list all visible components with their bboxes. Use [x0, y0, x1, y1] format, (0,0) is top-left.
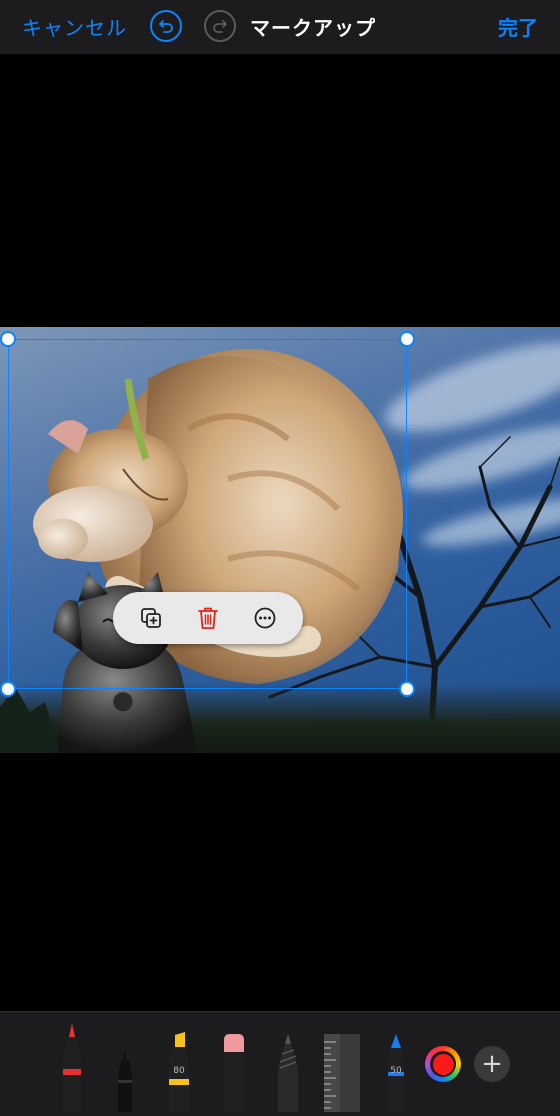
color-picker-ring [430, 1051, 456, 1077]
resize-handle-bottom-right[interactable] [399, 681, 415, 697]
undo-button[interactable] [150, 10, 182, 42]
pen-icon [63, 1023, 81, 1112]
duplicate-button[interactable] [134, 601, 168, 635]
eraser-tool[interactable] [220, 1030, 248, 1116]
undo-icon [159, 20, 173, 33]
more-button[interactable] [248, 601, 282, 635]
ruler-icon [324, 1034, 360, 1112]
pencil-tool[interactable] [274, 1030, 302, 1116]
redo-icon [213, 20, 227, 33]
resize-handle-top-left[interactable] [0, 331, 16, 347]
ruler-tool[interactable] [322, 1032, 362, 1116]
resize-handle-top-right[interactable] [399, 331, 415, 347]
color-picker-button[interactable] [425, 1046, 461, 1082]
fineliner-tool[interactable] [113, 1032, 137, 1116]
top-bar: キャンセル マークアップ 完了 [0, 0, 560, 54]
eraser-icon [224, 1034, 244, 1112]
resize-handle-bottom-left[interactable] [0, 681, 16, 697]
more-icon [254, 607, 276, 629]
duplicate-icon [141, 608, 162, 628]
cancel-button[interactable]: キャンセル [22, 12, 127, 41]
pen-tool[interactable] [58, 1017, 86, 1116]
marker-width: 50 [390, 1066, 402, 1076]
highlighter-tool[interactable]: 80 [165, 1027, 193, 1116]
redo-button[interactable] [204, 10, 236, 42]
add-button[interactable]: + [474, 1046, 510, 1082]
fineliner-icon [118, 1052, 132, 1112]
selection-menu [113, 592, 303, 644]
done-button[interactable]: 完了 [498, 12, 538, 41]
pencil-icon [278, 1034, 298, 1112]
plus-icon: + [481, 1049, 503, 1079]
delete-button[interactable] [191, 601, 225, 635]
page-title: マークアップ [250, 16, 376, 40]
current-color-swatch [432, 1053, 454, 1075]
marker-tool[interactable]: 50 [382, 1030, 410, 1116]
trash-icon [198, 607, 218, 629]
highlighter-opacity: 80 [173, 1066, 185, 1076]
tool-palette: 80 50 + [0, 1011, 560, 1116]
